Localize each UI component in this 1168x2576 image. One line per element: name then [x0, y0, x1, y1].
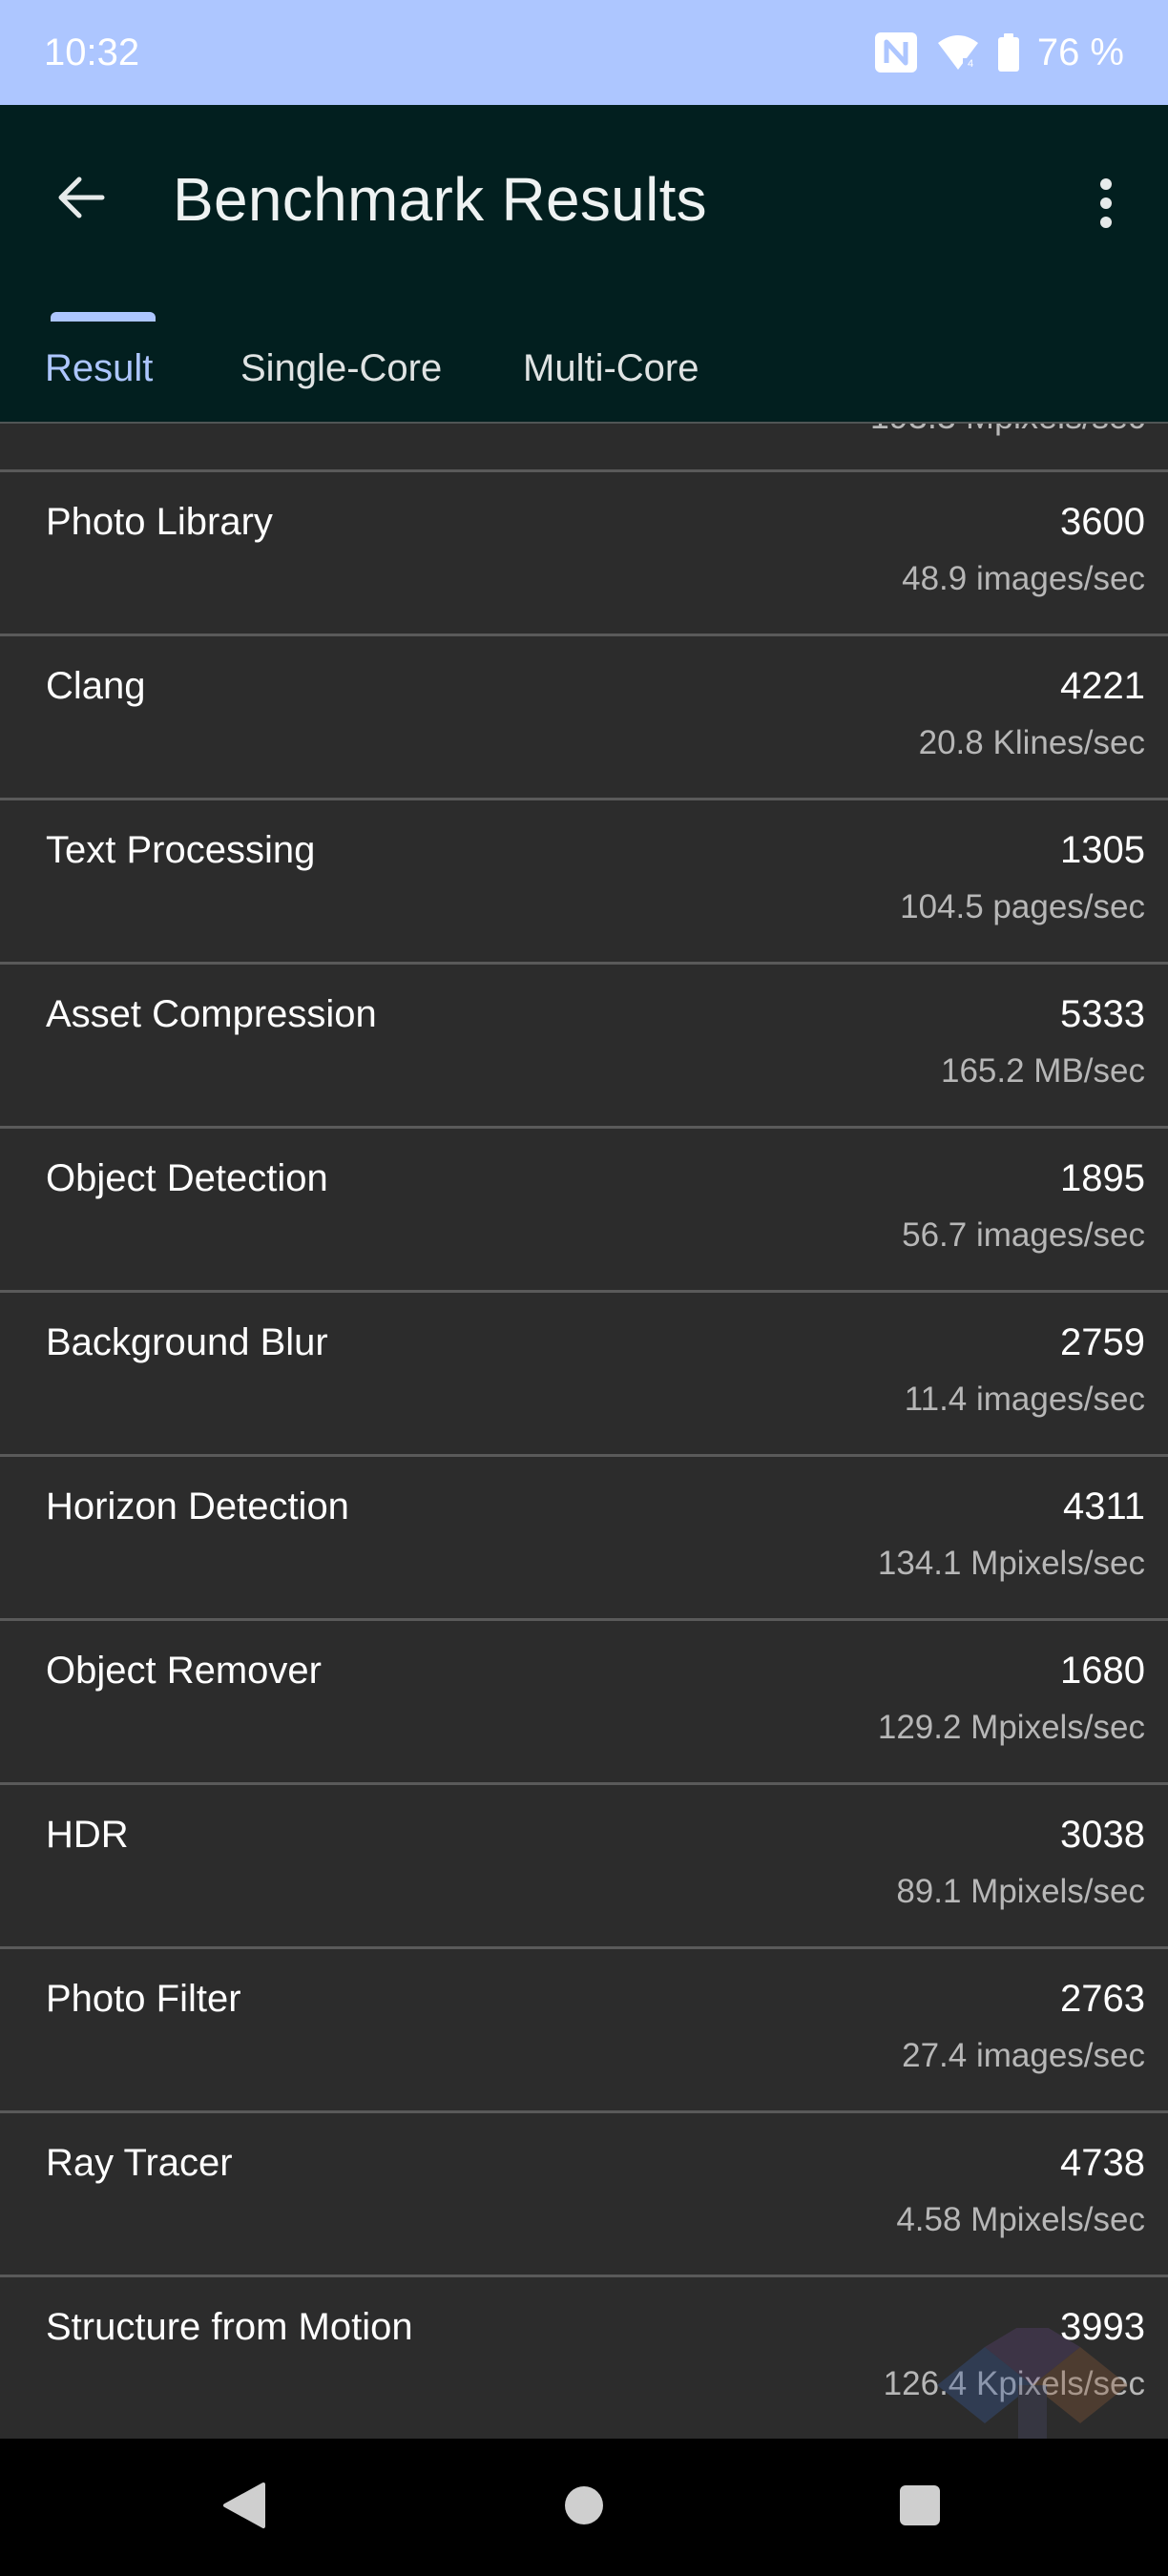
benchmark-rate: 129.2 Mpixels/sec	[877, 1709, 1145, 1746]
clipped-list-item: 193.3 Mpixels/sec	[0, 424, 1168, 469]
list-item[interactable]: Clang 4221 20.8 Klines/sec	[0, 636, 1168, 798]
nav-back-icon	[221, 2481, 267, 2535]
results-list[interactable]: 193.3 Mpixels/sec Photo Library 3600 48.9 …	[0, 424, 1168, 2439]
benchmark-name: Photo Library	[46, 501, 273, 543]
benchmark-score: 2759	[1060, 1321, 1145, 1363]
page-title: Benchmark Results	[173, 165, 707, 234]
tab-result[interactable]: Result	[45, 324, 153, 423]
benchmark-score: 3038	[1060, 1814, 1145, 1856]
benchmark-rate: 165.2 MB/sec	[941, 1052, 1145, 1090]
list-item[interactable]: HDR 3038 89.1 Mpixels/sec	[0, 1785, 1168, 1946]
benchmark-name: Photo Filter	[46, 1978, 241, 2020]
battery-icon	[997, 32, 1020, 73]
benchmark-name: Structure from Motion	[46, 2306, 413, 2348]
benchmark-rate: 27.4 images/sec	[902, 2037, 1145, 2074]
benchmark-name: Horizon Detection	[46, 1485, 349, 1527]
benchmark-name: Asset Compression	[46, 993, 377, 1035]
benchmark-rate: 134.1 Mpixels/sec	[877, 1545, 1145, 1582]
tab-bar: Result Single-Core Multi-Core	[0, 324, 1168, 423]
benchmark-name: Object Remover	[46, 1650, 322, 1692]
list-item[interactable]: Text Processing 1305 104.5 pages/sec	[0, 800, 1168, 962]
nfc-icon	[873, 31, 919, 74]
benchmark-score: 3600	[1060, 501, 1145, 543]
status-icons: 4 76 %	[873, 31, 1124, 74]
more-vert-icon	[1098, 177, 1114, 233]
watermark-logo	[928, 2318, 1147, 2442]
list-item[interactable]: Ray Tracer 4738 4.58 Mpixels/sec	[0, 2113, 1168, 2275]
active-tab-indicator	[51, 312, 156, 322]
benchmark-name: Clang	[46, 665, 146, 707]
battery-percent: 76 %	[1036, 31, 1124, 73]
list-item[interactable]: Asset Compression 5333 165.2 MB/sec	[0, 965, 1168, 1126]
benchmark-score: 4738	[1060, 2142, 1145, 2184]
nav-recents-icon	[898, 2483, 942, 2532]
benchmark-rate: 56.7 images/sec	[902, 1216, 1145, 1254]
benchmark-score: 2763	[1060, 1978, 1145, 2020]
screen: 10:32 4 76 % Benchmark Results Result Si…	[0, 0, 1168, 2576]
wifi-icon: 4	[936, 33, 980, 72]
nav-recents-button[interactable]	[880, 2467, 960, 2547]
tab-single-core[interactable]: Single-Core	[240, 324, 442, 423]
benchmark-rate: 104.5 pages/sec	[900, 888, 1145, 925]
benchmark-name: Text Processing	[46, 829, 316, 871]
benchmark-name: Ray Tracer	[46, 2142, 233, 2184]
clipped-rate: 193.3 Mpixels/sec	[870, 424, 1145, 437]
benchmark-score: 5333	[1060, 993, 1145, 1035]
benchmark-rate: 48.9 images/sec	[902, 560, 1145, 597]
list-item[interactable]: Background Blur 2759 11.4 images/sec	[0, 1293, 1168, 1454]
benchmark-score: 4221	[1060, 665, 1145, 707]
back-arrow-icon	[54, 171, 108, 229]
status-time: 10:32	[44, 31, 140, 73]
tab-multi-core[interactable]: Multi-Core	[523, 324, 699, 423]
benchmark-rate: 89.1 Mpixels/sec	[896, 1873, 1145, 1910]
benchmark-name: Background Blur	[46, 1321, 328, 1363]
navigation-bar	[0, 2439, 1168, 2576]
benchmark-score: 4311	[1062, 1485, 1145, 1527]
svg-text:4: 4	[968, 58, 973, 70]
nav-home-button[interactable]	[544, 2467, 624, 2547]
back-button[interactable]	[38, 156, 124, 242]
list-item[interactable]: Photo Filter 2763 27.4 images/sec	[0, 1949, 1168, 2110]
list-item[interactable]: Object Remover 1680 129.2 Mpixels/sec	[0, 1621, 1168, 1782]
benchmark-score: 1305	[1060, 829, 1145, 871]
benchmark-name: HDR	[46, 1814, 129, 1856]
overflow-menu-button[interactable]	[1073, 162, 1139, 248]
list-item[interactable]: Horizon Detection 4311 134.1 Mpixels/sec	[0, 1457, 1168, 1618]
benchmark-score: 1680	[1060, 1650, 1145, 1692]
benchmark-rate: 20.8 Klines/sec	[918, 724, 1145, 761]
status-bar: 10:32 4 76 %	[0, 0, 1168, 105]
benchmark-name: Object Detection	[46, 1157, 328, 1199]
benchmark-score: 1895	[1060, 1157, 1145, 1199]
list-item[interactable]: Photo Library 3600 48.9 images/sec	[0, 472, 1168, 634]
app-bar: Benchmark Results Result Single-Core Mul…	[0, 105, 1168, 423]
nav-back-button[interactable]	[204, 2467, 284, 2547]
benchmark-rate: 4.58 Mpixels/sec	[896, 2201, 1145, 2238]
benchmark-rate: 11.4 images/sec	[904, 1381, 1145, 1418]
list-item[interactable]: Object Detection 1895 56.7 images/sec	[0, 1129, 1168, 1290]
nav-home-icon	[562, 2483, 606, 2532]
